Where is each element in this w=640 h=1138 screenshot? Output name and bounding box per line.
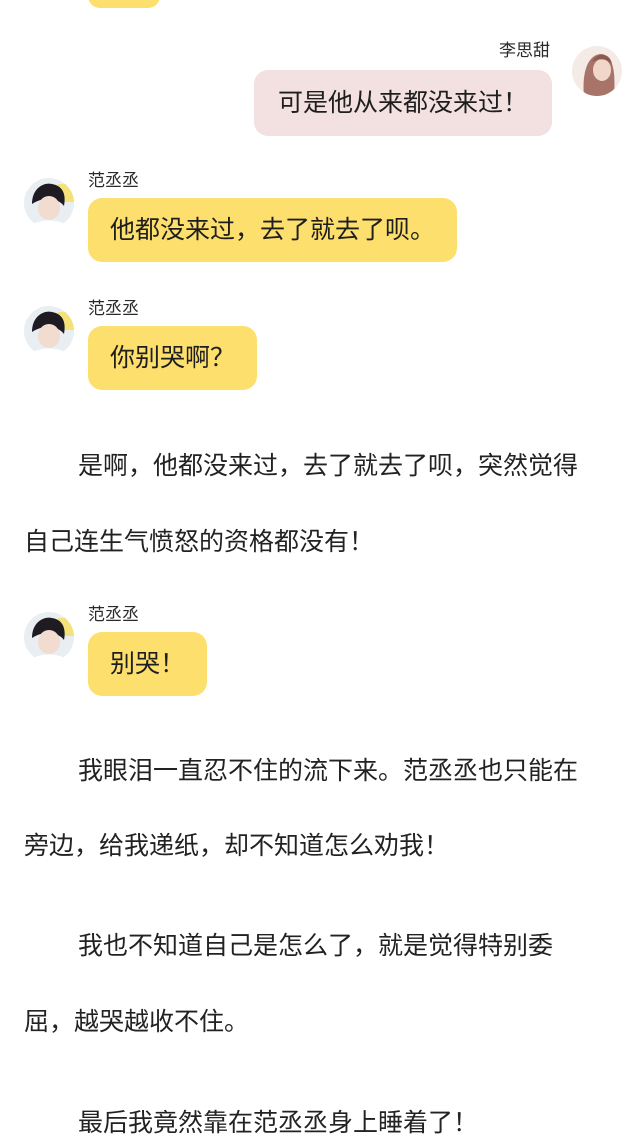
boy-avatar-icon — [24, 306, 74, 356]
boy-avatar-icon — [24, 178, 74, 228]
narration-line: 旁边，给我递纸，却不知道怎么劝我！ — [24, 831, 450, 860]
previous-message-bubble — [88, 0, 160, 8]
narration-line: 最后我竟然靠在范丞丞身上睡着了！ — [78, 1108, 479, 1137]
narration-line: 自己连生气愤怒的资格都没有！ — [24, 527, 375, 556]
chat-story-page: 李思甜 可是他从来都没来过！ 范丞丞 他都没来过，去了就去了呗。 范丞丞 你别哭… — [0, 0, 640, 1138]
sender-name: 范丞丞 — [88, 605, 139, 625]
boy-avatar-icon — [24, 612, 74, 662]
narration-line: 屈，越哭越收不住。 — [24, 1007, 250, 1036]
narration-line: 是啊，他都没来过，去了就去了呗，突然觉得 — [78, 451, 579, 480]
message-bubble: 他都没来过，去了就去了呗。 — [88, 198, 458, 262]
sender-name: 李思甜 — [499, 41, 550, 61]
message-bubble: 你别哭啊？ — [88, 326, 258, 390]
girl-avatar-icon — [572, 46, 622, 96]
message-bubble: 可是他从来都没来过！ — [253, 70, 552, 136]
sender-name: 范丞丞 — [88, 299, 139, 319]
message-bubble: 别哭！ — [88, 632, 208, 696]
sender-name: 范丞丞 — [88, 171, 139, 191]
narration-line: 我眼泪一直忍不住的流下来。范丞丞也只能在 — [78, 756, 579, 785]
narration-line: 我也不知道自己是怎么了，就是觉得特别委 — [78, 931, 554, 960]
